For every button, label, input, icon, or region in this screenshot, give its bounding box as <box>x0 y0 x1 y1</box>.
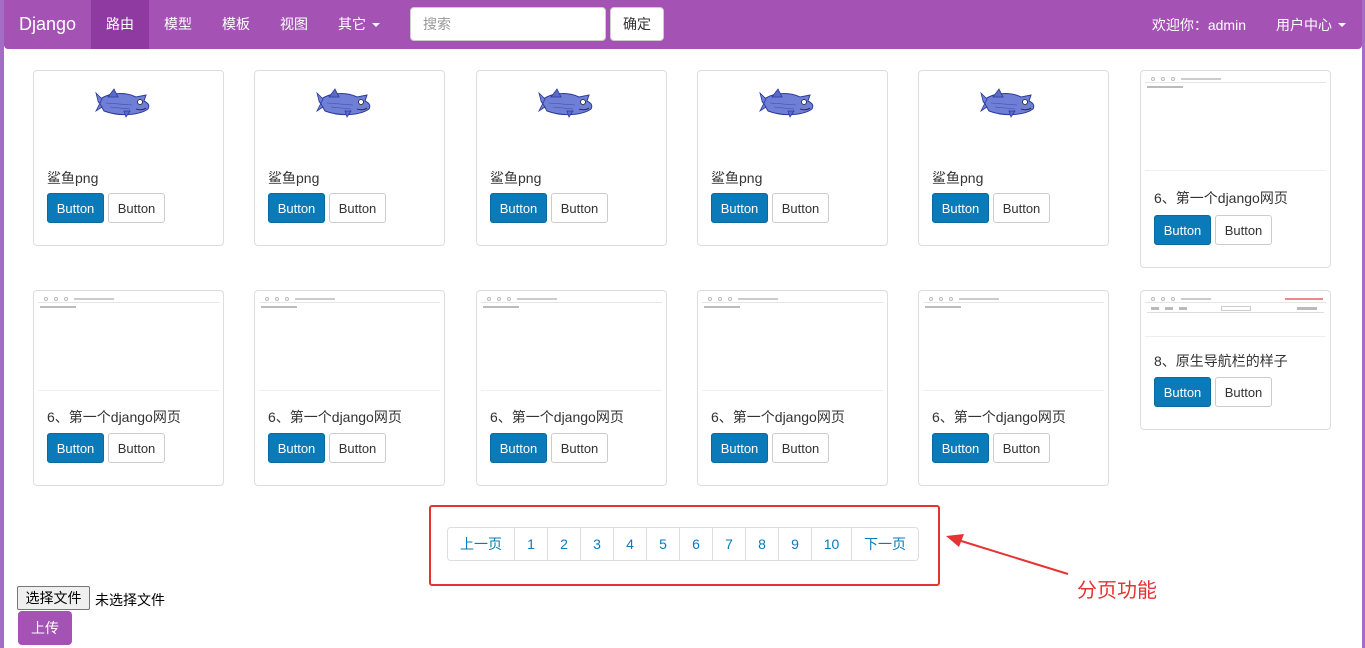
card-primary-button[interactable]: Button <box>47 193 104 223</box>
card-default-button[interactable]: Button <box>551 433 608 463</box>
choose-file-button[interactable]: 选择文件 <box>17 586 90 610</box>
search-submit-button[interactable]: 确定 <box>610 7 664 41</box>
shark-image <box>758 88 814 118</box>
shark-image <box>537 88 593 118</box>
card-primary-button[interactable]: Button <box>1154 377 1211 407</box>
left-frame-border <box>0 0 4 648</box>
search-input[interactable] <box>410 7 606 41</box>
card-native-navbar: 8、原生导航栏的样子 Button Button <box>1140 290 1331 430</box>
card-primary-button[interactable]: Button <box>711 193 768 223</box>
user-center-dropdown[interactable]: 用户中心 <box>1261 15 1346 35</box>
annotation-arrow-icon <box>946 534 1069 575</box>
nav-item-templates[interactable]: 模板 <box>207 0 265 49</box>
nav-item-label: 路由 <box>106 16 135 32</box>
welcome-text: 欢迎你：admin <box>1151 16 1246 33</box>
card-primary-button[interactable]: Button <box>932 433 989 463</box>
card-default-button[interactable]: Button <box>329 193 386 223</box>
nav-item-views[interactable]: 视图 <box>265 0 323 49</box>
card-shark-5: 鲨鱼png Button Button <box>918 70 1109 246</box>
card-caption: 6、第一个django网页 <box>1154 190 1288 206</box>
caret-down-icon <box>1338 22 1346 27</box>
shark-image <box>315 88 371 118</box>
card-shark-3: 鲨鱼png Button Button <box>476 70 667 246</box>
card-default-button[interactable]: Button <box>772 193 829 223</box>
webpage-screenshot-thumbnail <box>1145 295 1326 337</box>
card-primary-button[interactable]: Button <box>268 193 325 223</box>
card-caption: 8、原生导航栏的样子 <box>1154 353 1288 369</box>
nav-item-routes[interactable]: 路由 <box>91 0 150 49</box>
card-caption: 鲨鱼png <box>47 170 99 186</box>
card-default-button[interactable]: Button <box>108 193 165 223</box>
card-primary-button[interactable]: Button <box>490 433 547 463</box>
card-caption: 鲨鱼png <box>932 170 984 186</box>
nav-item-others-dropdown[interactable]: 其它 <box>323 0 395 49</box>
shark-image <box>94 88 150 118</box>
card-django-page: 6、第一个django网页 Button Button <box>254 290 445 486</box>
card-django-page: 6、第一个django网页 Button Button <box>33 290 224 486</box>
card-shark-2: 鲨鱼png Button Button <box>254 70 445 246</box>
card-caption: 6、第一个django网页 <box>268 409 402 425</box>
nav-item-models[interactable]: 模型 <box>149 0 207 49</box>
card-shark-4: 鲨鱼png Button Button <box>697 70 888 246</box>
card-default-button[interactable]: Button <box>1215 215 1272 245</box>
annotation-highlight-box <box>429 505 940 586</box>
webpage-screenshot-thumbnail <box>259 295 440 391</box>
card-default-button[interactable]: Button <box>993 193 1050 223</box>
user-center-label: 用户中心 <box>1276 16 1332 33</box>
card-default-button[interactable]: Button <box>329 433 386 463</box>
card-primary-button[interactable]: Button <box>932 193 989 223</box>
nav-item-label: 其它 <box>338 16 367 32</box>
card-django-page: 6、第一个django网页 Button Button <box>1140 70 1331 268</box>
card-default-button[interactable]: Button <box>108 433 165 463</box>
card-caption: 鲨鱼png <box>711 170 763 186</box>
navbar: Django 路由 模型 模板 视图 其它 确定 欢迎你：admin 用户中心 <box>4 0 1362 49</box>
annotation-label: 分页功能 <box>1077 580 1157 602</box>
card-shark-1: 鲨鱼png Button Button <box>33 70 224 246</box>
card-django-page: 6、第一个django网页 Button Button <box>918 290 1109 486</box>
card-caption: 6、第一个django网页 <box>47 409 181 425</box>
card-primary-button[interactable]: Button <box>490 193 547 223</box>
webpage-screenshot-thumbnail <box>923 295 1104 391</box>
card-caption: 鲨鱼png <box>490 170 542 186</box>
webpage-screenshot-thumbnail <box>38 295 219 391</box>
card-default-button[interactable]: Button <box>1215 377 1272 407</box>
card-django-page: 6、第一个django网页 Button Button <box>476 290 667 486</box>
card-default-button[interactable]: Button <box>772 433 829 463</box>
webpage-screenshot-thumbnail <box>702 295 883 391</box>
card-caption: 6、第一个django网页 <box>490 409 624 425</box>
webpage-screenshot-thumbnail <box>1145 75 1326 171</box>
nav-item-label: 模型 <box>164 16 193 32</box>
upload-button[interactable]: 上传 <box>18 611 72 645</box>
file-status-text: 未选择文件 <box>95 592 165 608</box>
caret-down-icon <box>372 22 381 27</box>
nav-right: 欢迎你：admin 用户中心 <box>1137 0 1346 49</box>
card-primary-button[interactable]: Button <box>711 433 768 463</box>
nav-item-label: 模板 <box>222 16 251 32</box>
card-default-button[interactable]: Button <box>551 193 608 223</box>
shark-image <box>979 88 1035 118</box>
card-caption: 6、第一个django网页 <box>932 409 1066 425</box>
card-primary-button[interactable]: Button <box>47 433 104 463</box>
brand-logo[interactable]: Django <box>4 0 91 49</box>
card-caption: 鲨鱼png <box>268 170 320 186</box>
card-primary-button[interactable]: Button <box>268 433 325 463</box>
card-caption: 6、第一个django网页 <box>711 409 845 425</box>
webpage-screenshot-thumbnail <box>481 295 662 391</box>
nav-item-label: 视图 <box>280 16 309 32</box>
card-primary-button[interactable]: Button <box>1154 215 1211 245</box>
card-default-button[interactable]: Button <box>993 433 1050 463</box>
card-django-page: 6、第一个django网页 Button Button <box>697 290 888 486</box>
